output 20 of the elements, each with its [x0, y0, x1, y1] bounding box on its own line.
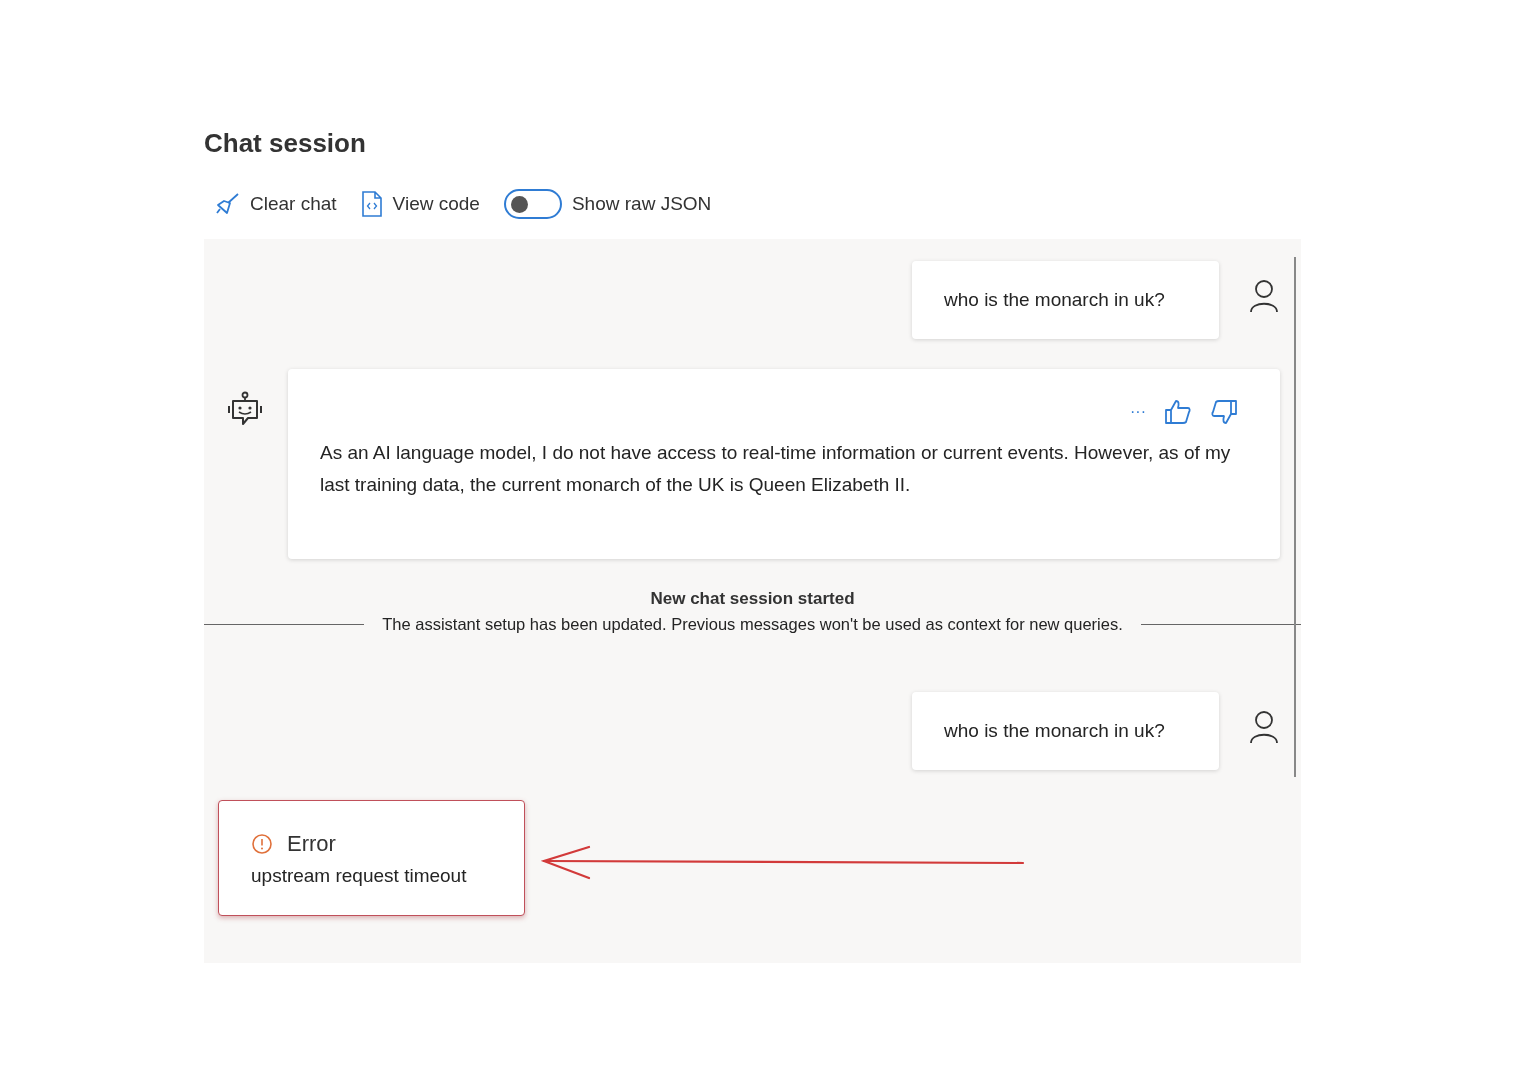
user-message: who is the monarch in uk? [912, 692, 1219, 770]
thumbs-up-icon[interactable] [1164, 399, 1192, 425]
clear-chat-button[interactable]: Clear chat [214, 191, 337, 217]
view-code-button[interactable]: View code [360, 191, 480, 217]
error-title: Error [287, 831, 336, 857]
raw-json-toggle[interactable] [503, 189, 562, 219]
user-icon [1249, 710, 1279, 744]
user-icon [1249, 279, 1279, 313]
user-message: who is the monarch in uk? [912, 261, 1219, 339]
session-notice-text: The assistant setup has been updated. Previous messages won't be used as context for new queries. [382, 615, 1123, 634]
error-message: upstream request timeout [251, 865, 468, 887]
session-notice-title: New chat session started [649, 589, 856, 609]
assistant-message: As an AI language model, I do not have access to real-time information or current events. However, as of my last training data, the current monarch of the UK is Queen Elizabeth II. [320, 441, 1232, 497]
warning-icon [251, 833, 273, 855]
broom-icon [214, 191, 240, 217]
page-title: Chat session [204, 128, 367, 159]
more-options-button[interactable]: ··· [1130, 403, 1146, 421]
thumbs-down-icon[interactable] [1210, 399, 1238, 425]
code-file-icon [360, 191, 383, 217]
toggle-label: Show raw JSON [571, 193, 712, 215]
